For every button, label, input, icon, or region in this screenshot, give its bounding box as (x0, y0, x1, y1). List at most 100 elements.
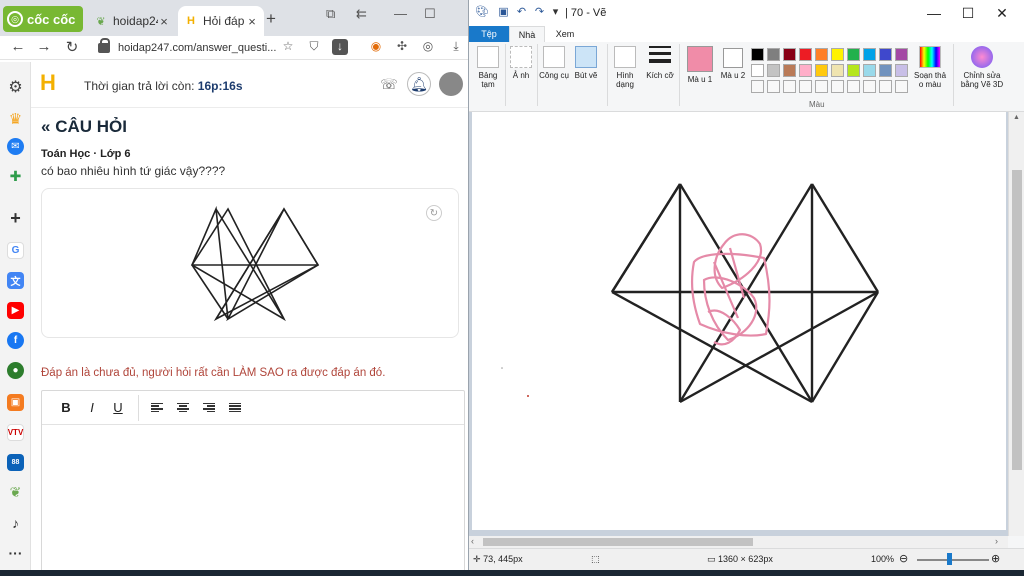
undo-icon[interactable]: ↶ (515, 6, 528, 19)
google-icon[interactable]: G (7, 242, 24, 259)
align-left-icon[interactable] (145, 397, 169, 419)
translate-icon[interactable]: 文 (7, 272, 24, 289)
paint3d-button[interactable]: Chỉnh sửa bằng Vẽ 3D (957, 46, 1007, 96)
palette-swatch[interactable] (847, 48, 860, 61)
settings-gear-icon[interactable]: ⚙ (7, 78, 24, 96)
youtube-icon[interactable]: ▶ (7, 302, 24, 319)
redo-icon[interactable]: ↷ (533, 6, 546, 19)
palette-swatch[interactable] (879, 48, 892, 61)
puzzle-icon[interactable]: ✣ (394, 39, 410, 55)
gamepad-icon[interactable]: ✚ (7, 168, 24, 185)
color2-button[interactable]: Mà u 2 (719, 46, 747, 96)
save-icon[interactable]: ▣ (497, 6, 510, 19)
tab-hoidap247[interactable]: ❦ hoidap24 × (88, 6, 176, 36)
paint-app-icon[interactable]: 🎨︎ (475, 6, 489, 19)
bell-icon[interactable]: 🔔︎ (407, 72, 431, 96)
star-icon[interactable]: ☆ (280, 39, 296, 55)
align-center-icon[interactable] (171, 397, 195, 419)
maximize-icon[interactable]: ☐ (424, 6, 436, 22)
palette-swatch[interactable] (895, 48, 908, 61)
close-icon[interactable]: × (246, 14, 258, 29)
palette-swatch[interactable] (799, 64, 812, 77)
profile-icon[interactable]: ◎ (420, 39, 436, 55)
size-button[interactable]: Kích cỡ (645, 46, 675, 96)
palette-swatch[interactable] (799, 48, 812, 61)
zoom-slider[interactable] (917, 559, 989, 561)
tab-hoi-dap[interactable]: H Hỏi đáp × (178, 6, 264, 36)
downloads-icon[interactable]: ⤓ (448, 39, 464, 55)
shopping-icon[interactable]: ▣ (7, 394, 24, 411)
forward-icon[interactable]: → (34, 38, 54, 55)
custom-color-slot[interactable] (831, 80, 844, 93)
tab-view[interactable]: Xem (549, 26, 581, 42)
palette-swatch[interactable] (831, 48, 844, 61)
double-chevron-left-icon[interactable]: « (41, 117, 50, 136)
facebook-icon[interactable]: f (7, 332, 24, 349)
tools-button[interactable]: Công cụ (539, 46, 569, 96)
custom-color-slot[interactable] (767, 80, 780, 93)
answer-editor[interactable]: B I U (41, 390, 465, 576)
palette-swatch[interactable] (783, 48, 796, 61)
custom-color-slot[interactable] (783, 80, 796, 93)
vtv-icon[interactable]: VTV (7, 424, 24, 441)
customize-quick-access-icon[interactable]: ▾ (549, 6, 562, 19)
custom-color-slot[interactable] (879, 80, 892, 93)
tin88-icon[interactable]: 88 (7, 454, 24, 471)
crown-icon[interactable]: ♛ (7, 110, 24, 128)
custom-color-slot[interactable] (815, 80, 828, 93)
italic-button[interactable]: I (80, 397, 104, 419)
football-icon[interactable]: ● (7, 362, 24, 379)
align-justify-icon[interactable] (223, 397, 247, 419)
color1-button[interactable]: Mà u 1 (683, 46, 717, 96)
vertical-scrollbar[interactable]: ▲ (1008, 112, 1024, 536)
custom-color-slot[interactable] (751, 80, 764, 93)
scroll-right-icon[interactable]: › (995, 536, 998, 546)
brushes-button[interactable]: Bút vẽ (571, 46, 601, 96)
palette-swatch[interactable] (895, 64, 908, 77)
bell-icon[interactable]: ♪ (7, 514, 24, 531)
custom-color-slot[interactable] (847, 80, 860, 93)
new-tab-icon[interactable]: + (266, 9, 276, 29)
back-arrow-icon[interactable]: ⇇ (356, 6, 367, 22)
avatar[interactable] (439, 72, 463, 96)
close-icon[interactable]: ✕ (985, 2, 1019, 24)
add-icon[interactable]: + (7, 208, 24, 228)
palette-swatch[interactable] (863, 48, 876, 61)
leaf-icon[interactable]: ❦ (7, 484, 24, 501)
drawing-canvas[interactable] (472, 112, 1006, 530)
maximize-icon[interactable]: ☐ (951, 2, 985, 24)
horizontal-scrollbar[interactable]: ‹ › (469, 536, 1008, 548)
scroll-up-icon[interactable]: ▲ (1013, 114, 1020, 121)
coccoc-logo[interactable]: ◎ cốc cốc (3, 6, 83, 32)
download-icon[interactable]: ↓ (332, 39, 348, 55)
edit-colors-button[interactable]: Soạn thả o màu (911, 46, 949, 96)
palette-swatch[interactable] (847, 64, 860, 77)
more-icon[interactable]: ··· (7, 544, 24, 561)
scroll-left-icon[interactable]: ‹ (471, 536, 474, 546)
shapes-button[interactable]: Hình dạng (609, 46, 641, 96)
palette-swatch[interactable] (831, 64, 844, 77)
minimize-icon[interactable]: — (394, 6, 407, 21)
palette-swatch[interactable] (751, 64, 764, 77)
reload-icon[interactable]: ↻ (62, 38, 82, 56)
rotate-icon[interactable]: ↻ (426, 205, 442, 221)
close-icon[interactable]: × (158, 14, 170, 29)
address-bar[interactable]: hoidap247.com/answer_questi... (92, 37, 302, 59)
horizontal-scroll-thumb[interactable] (483, 538, 753, 546)
palette-swatch[interactable] (783, 64, 796, 77)
vertical-scroll-thumb[interactable] (1012, 170, 1022, 470)
tab-search-icon[interactable]: ⧉ (326, 6, 335, 22)
palette-swatch[interactable] (879, 64, 892, 77)
image-button[interactable]: Ả nh (507, 46, 535, 96)
custom-color-slot[interactable] (863, 80, 876, 93)
zoom-out-icon[interactable]: ⊖ (899, 552, 908, 565)
palette-swatch[interactable] (751, 48, 764, 61)
coccoc-extension-icon[interactable]: ◉ (368, 39, 384, 55)
shield-icon[interactable]: ⛉ (306, 39, 322, 55)
chat-icon[interactable]: ☏ (377, 72, 401, 96)
custom-color-slot[interactable] (895, 80, 908, 93)
hoidap-logo-icon[interactable]: H (40, 72, 60, 94)
palette-swatch[interactable] (767, 48, 780, 61)
minimize-icon[interactable]: — (917, 2, 951, 24)
tab-file[interactable]: Tệp (469, 26, 509, 42)
